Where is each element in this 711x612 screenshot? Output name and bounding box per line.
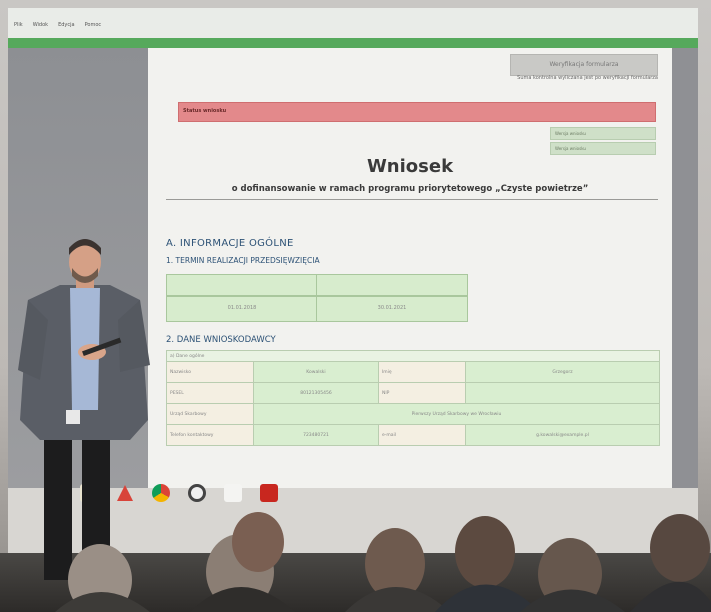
presentation-photo: Plik Widok Edycja Pomoc Weryfikacja form… [0,0,711,612]
audience [55,512,711,612]
